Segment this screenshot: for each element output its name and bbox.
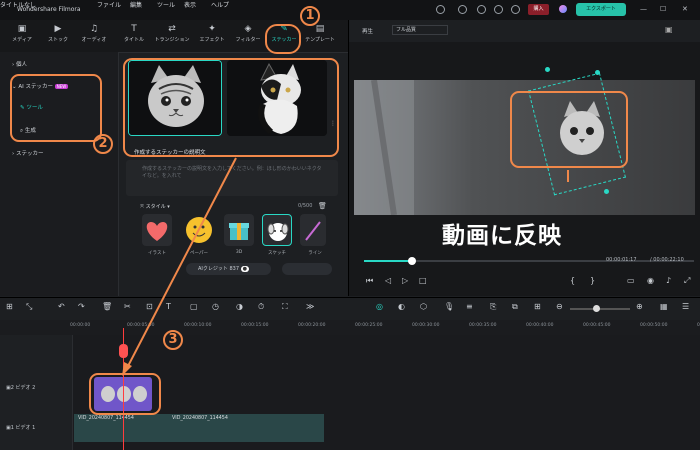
reflect-caption: 動画に反映	[442, 223, 562, 249]
annotation-arrows	[122, 157, 569, 376]
